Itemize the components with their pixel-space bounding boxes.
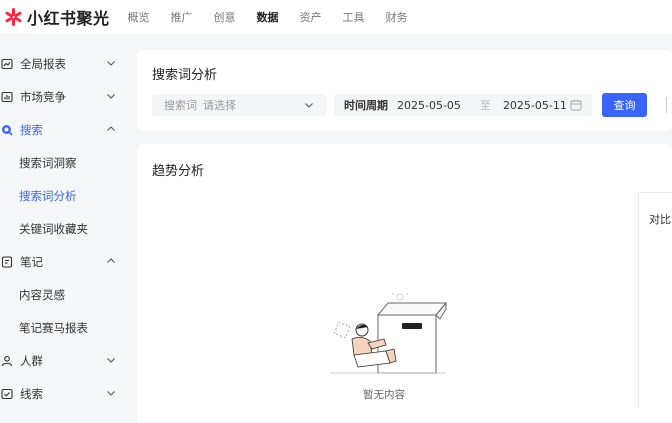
sidebar-item-audience[interactable]: 人群 bbox=[0, 344, 130, 377]
trend-card: 趋势分析 对比2 暂无内容 bbox=[137, 144, 672, 423]
empty-state-text: 暂无内容 bbox=[363, 389, 405, 401]
sidebar-subitem-search-analysis[interactable]: 搜索词分析 bbox=[0, 179, 130, 212]
start-date-input[interactable]: 2025-05-05 bbox=[397, 99, 461, 112]
brand-name: 小红书聚光 bbox=[27, 9, 110, 28]
sidebar-item-label: 市场竞争 bbox=[20, 89, 66, 104]
people-icon bbox=[1, 355, 13, 367]
more-actions-button[interactable] bbox=[666, 97, 672, 113]
top-nav-menu: 概览 推广 创意 数据 资产 工具 财务 bbox=[128, 9, 429, 25]
sidebar-item-global-report[interactable]: 全局报表 bbox=[0, 47, 130, 80]
compare-label: 对比2 bbox=[649, 213, 672, 226]
logo-pinwheel-icon bbox=[4, 8, 23, 26]
sidebar-item-leads[interactable]: 线索 bbox=[0, 377, 130, 410]
sidebar-subitem-keyword-favorites[interactable]: 关键词收藏夹 bbox=[0, 212, 130, 245]
top-navbar: 小红书聚光 概览 推广 创意 数据 资产 工具 财务 bbox=[0, 0, 672, 34]
sidebar-subitem-note-racing-report[interactable]: 笔记赛马报表 bbox=[0, 311, 130, 344]
date-range-picker[interactable]: 时间周期 2025-05-05 至 2025-05-11 bbox=[334, 94, 592, 116]
market-icon bbox=[1, 91, 13, 103]
sidebar-item-label: 人群 bbox=[20, 353, 43, 368]
nav-item-overview[interactable]: 概览 bbox=[128, 9, 150, 25]
sidebar-item-label: 搜索 bbox=[20, 122, 43, 137]
lead-icon bbox=[1, 388, 13, 400]
sidebar-subitem-content-inspiration[interactable]: 内容灵感 bbox=[0, 278, 130, 311]
nav-item-creative[interactable]: 创意 bbox=[214, 9, 236, 25]
nav-item-finance[interactable]: 财务 bbox=[386, 9, 408, 25]
empty-state-illustration bbox=[330, 292, 448, 374]
sidebar-item-search[interactable]: 搜索 bbox=[0, 113, 130, 146]
nav-item-data[interactable]: 数据 bbox=[257, 9, 279, 25]
sidebar-item-label: 全局报表 bbox=[20, 56, 66, 71]
keyword-select[interactable]: 搜索词 请选择 bbox=[152, 94, 326, 116]
date-separator: 至 bbox=[479, 99, 491, 112]
keyword-select-placeholder: 请选择 bbox=[203, 99, 236, 112]
sidebar-item-market[interactable]: 市场竞争 bbox=[0, 80, 130, 113]
date-range-label: 时间周期 bbox=[344, 99, 388, 112]
sidebar-item-label: 笔记 bbox=[20, 254, 43, 269]
compare-panel: 对比2 bbox=[638, 192, 672, 407]
chevron-up-icon bbox=[107, 126, 115, 131]
query-button[interactable]: 查询 bbox=[602, 93, 647, 117]
page-title: 搜索词分析 bbox=[152, 68, 218, 83]
chevron-down-icon bbox=[107, 391, 115, 396]
sidebar-item-label: 线索 bbox=[20, 386, 43, 401]
nav-item-tools[interactable]: 工具 bbox=[343, 9, 365, 25]
chevron-down-icon bbox=[305, 103, 313, 108]
end-date-input[interactable]: 2025-05-11 bbox=[503, 99, 567, 112]
chart-icon bbox=[1, 58, 13, 70]
filter-card: 搜索词分析 搜索词 请选择 时间周期 2025-05-05 至 2025-05-… bbox=[137, 50, 672, 131]
chevron-down-icon bbox=[107, 94, 115, 99]
sidebar: 全局报表 市场竞争 搜索 搜索词洞察 搜索词分析 关键词收藏夹 笔记 内容灵感 … bbox=[0, 34, 130, 423]
chevron-down-icon bbox=[107, 61, 115, 66]
keyword-select-label: 搜索词 bbox=[164, 99, 197, 112]
calendar-icon[interactable] bbox=[570, 99, 582, 111]
search-icon bbox=[1, 124, 13, 136]
chevron-down-icon bbox=[107, 358, 115, 363]
sidebar-subitem-search-insight[interactable]: 搜索词洞察 bbox=[0, 146, 130, 179]
chevron-up-icon bbox=[107, 258, 115, 263]
sidebar-item-notes[interactable]: 笔记 bbox=[0, 245, 130, 278]
nav-item-assets[interactable]: 资产 bbox=[300, 9, 322, 25]
note-icon bbox=[1, 255, 13, 268]
trend-card-title: 趋势分析 bbox=[152, 164, 205, 179]
nav-item-promotion[interactable]: 推广 bbox=[171, 9, 193, 25]
brand-logo[interactable]: 小红书聚光 bbox=[4, 5, 110, 29]
